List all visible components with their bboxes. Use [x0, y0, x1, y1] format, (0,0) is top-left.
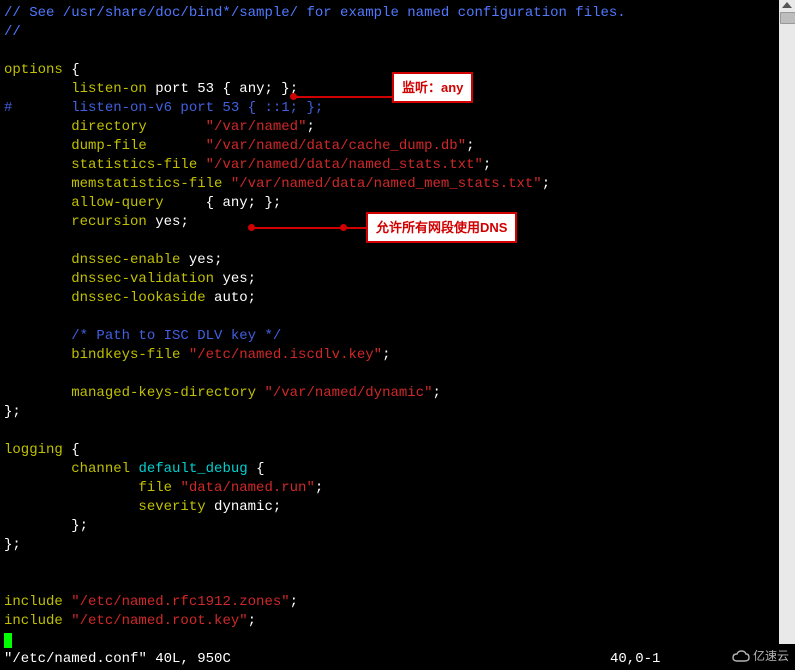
directive: dnssec-lookaside [71, 290, 205, 306]
any-block-listen: { any; }; [222, 81, 298, 97]
keyword-logging: logging [4, 442, 63, 458]
status-cursor-pos: 40,0-1 [610, 648, 660, 670]
commented-line: # listen-on-v6 port 53 { ::1; }; [4, 100, 323, 116]
string: "/etc/named.root.key" [71, 613, 247, 629]
status-lines: 40L, 950C [155, 651, 231, 667]
annotation-callout-listen: 监听：any [392, 72, 473, 103]
watermark-text: 亿速云 [753, 647, 789, 666]
channel-name: default_debug [138, 461, 247, 477]
comment-line: /* Path to ISC DLV key */ [71, 328, 281, 344]
string: "/var/named" [206, 119, 307, 135]
vim-status-bar: "/etc/named.conf" 40L, 950C 40,0-1 [0, 648, 795, 670]
directive: allow-query [71, 195, 163, 211]
string: "/etc/named.iscdlv.key" [189, 347, 382, 363]
annotation-callout-allow: 允许所有网段使用DNS [366, 212, 517, 243]
string: "/var/named/dynamic" [264, 385, 432, 401]
string: "/var/named/data/named_stats.txt" [206, 157, 483, 173]
cloud-icon [731, 650, 751, 664]
cursor [4, 633, 12, 648]
directive: memstatistics-file [71, 176, 222, 192]
directive: statistics-file [71, 157, 197, 173]
annotation-connector [295, 96, 392, 98]
keyword-include: include [4, 613, 63, 629]
directive: managed-keys-directory [71, 385, 256, 401]
comment-line: // [4, 24, 21, 40]
any-block-query: { any; }; [206, 195, 282, 211]
directive: severity [138, 499, 205, 515]
status-filename: /etc/named.conf [12, 651, 138, 667]
watermark: 亿速云 [731, 647, 789, 666]
directive: bindkeys-file [71, 347, 180, 363]
directive: listen-on [71, 81, 147, 97]
directive: directory [71, 119, 147, 135]
string: "/var/named/data/cache_dump.db" [206, 138, 466, 154]
directive: dnssec-validation [71, 271, 214, 287]
directive: dnssec-enable [71, 252, 180, 268]
keyword-include: include [4, 594, 63, 610]
vertical-scrollbar[interactable] [779, 0, 795, 644]
string: "/var/named/data/named_mem_stats.txt" [231, 176, 542, 192]
scrollbar-thumb[interactable] [780, 12, 795, 24]
keyword-options: options [4, 62, 63, 78]
directive: dump-file [71, 138, 147, 154]
directive: recursion [71, 214, 147, 230]
annotation-connector [253, 227, 366, 229]
string: "data/named.run" [180, 480, 314, 496]
string: "/etc/named.rfc1912.zones" [71, 594, 289, 610]
scroll-up-icon [782, 2, 792, 8]
directive: channel [71, 461, 130, 477]
comment-line: // See /usr/share/doc/bind*/sample/ for … [4, 5, 626, 21]
directive: file [138, 480, 172, 496]
annotation-dot [340, 224, 347, 231]
